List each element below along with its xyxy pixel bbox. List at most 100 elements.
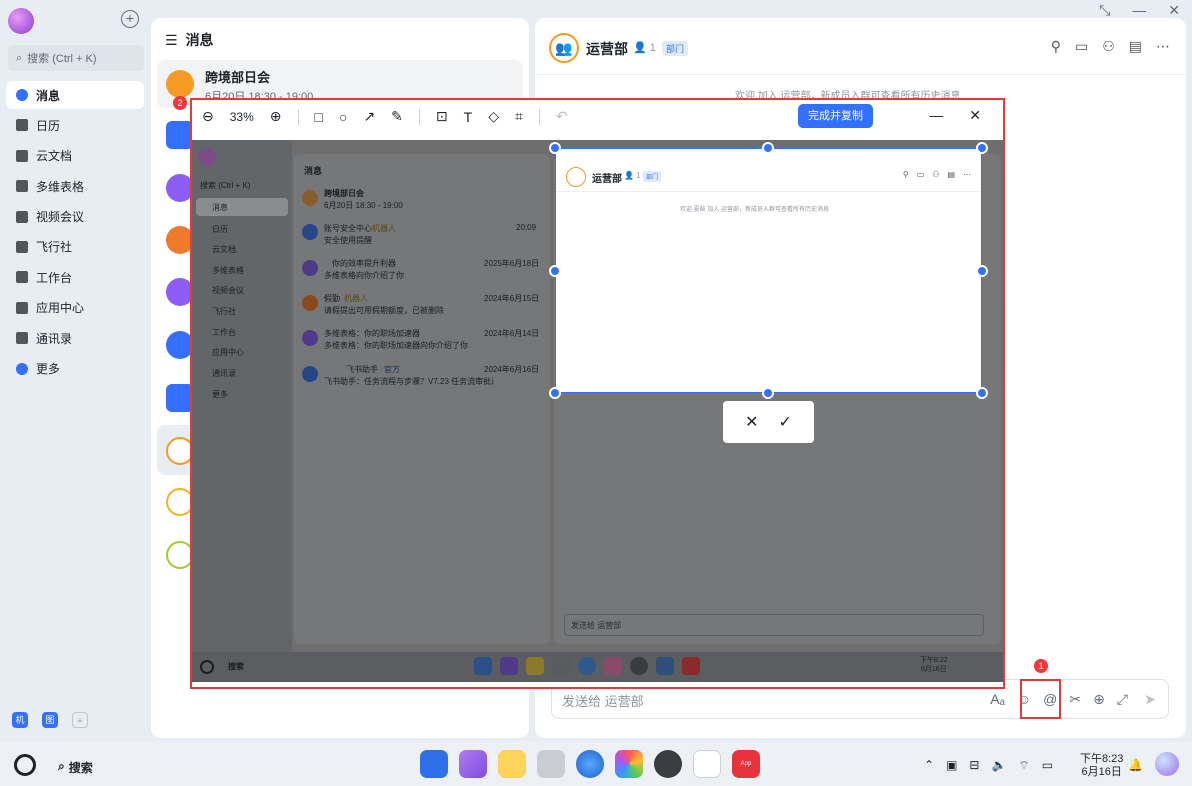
nav-bottom: 机 图 + [12, 712, 88, 728]
browser-icon[interactable] [576, 750, 604, 778]
briefcase-icon [16, 301, 28, 314]
pen-icon[interactable]: ✎ [391, 108, 403, 125]
filter-icon[interactable]: ☰ [165, 32, 178, 49]
undo-icon[interactable]: ↶ [556, 108, 568, 125]
zoom-in-icon[interactable]: ⊕ [270, 108, 282, 125]
mosaic-icon[interactable]: ⊡ [436, 108, 448, 125]
mini-nav-item: 通讯录 [212, 369, 236, 378]
screen-icon[interactable]: ⊟ [969, 758, 979, 773]
avatar[interactable] [8, 8, 34, 34]
minimize-icon[interactable]: — [929, 107, 943, 124]
workspace-badge-1[interactable]: 机 [12, 712, 28, 728]
settings-icon[interactable] [654, 750, 682, 778]
start-icon[interactable] [14, 754, 36, 776]
mini-row-name: 你的效率提升利器 [332, 259, 396, 268]
rectangle-icon[interactable]: □ [315, 109, 323, 125]
resize-handle-tl[interactable] [549, 142, 561, 154]
nav-list: 消息 日历 云文档 多维表格 视频会议 飞行社 工作台 应用中心 通讯录 更多 [6, 81, 144, 385]
mini-nav-item: 更多 [212, 390, 228, 399]
search-placeholder: 搜索 (Ctrl + K) [27, 53, 97, 65]
mini-nav-item: 视频会议 [212, 286, 244, 295]
app-multiwindow-icon[interactable] [459, 750, 487, 778]
resize-handle-l[interactable] [549, 265, 561, 277]
mini-row-name: 跨境部日会 [324, 189, 364, 198]
search-input[interactable]: ⌕ 搜索 (Ctrl + K) [8, 45, 144, 71]
mini-row-name: 假勤 [324, 294, 340, 303]
selection-region[interactable]: 运营部 👤 1 部门 ⚲ ▭ ⚇ ▤ ⋯ 欢迎 夏晗 加入 运营部，新成员入群可查看所有… [555, 148, 982, 393]
search-members-icon[interactable]: ⚲ [1051, 38, 1061, 55]
confirm-selection-icon[interactable]: ✓ [779, 412, 792, 432]
mini-row-sub: 请假提出可用假期额度，已被删除 [324, 306, 444, 315]
search-icon: ⌕ [58, 759, 65, 773]
selection-chat-name: 运营部 [592, 174, 622, 185]
chevron-up-icon[interactable]: ⌃ [924, 758, 934, 773]
mini-taskbar-search: 搜索 [228, 662, 244, 671]
calendar-icon [16, 119, 28, 132]
battery-icon[interactable]: ▭ [1042, 758, 1053, 773]
more-icon[interactable]: ⋯ [1156, 38, 1170, 55]
format-icon[interactable]: Aₐ [990, 691, 1005, 708]
gallery-icon[interactable] [615, 750, 643, 778]
resize-handle-bl[interactable] [549, 387, 561, 399]
done-copy-button[interactable]: 完成并复制 [798, 104, 873, 128]
arrow-icon[interactable]: ↗ [363, 108, 375, 125]
system-tray: ⌃ ▣ ⊟ 🔈 ⌔ ▭ [924, 758, 1053, 773]
notification-bell-icon[interactable]: 🔔 [1128, 758, 1143, 772]
workspace-badge-2[interactable]: 图 [42, 712, 58, 728]
close-icon[interactable]: ✕ [969, 107, 981, 124]
app-grid-icon[interactable] [420, 750, 448, 778]
resize-handle-b[interactable] [762, 387, 774, 399]
nav-item-messages[interactable]: 消息 [6, 81, 144, 109]
circle-icon[interactable]: ○ [339, 109, 347, 125]
add-member-icon[interactable]: ⚇ [1102, 38, 1115, 55]
assistant-orb-icon[interactable] [1155, 752, 1179, 776]
new-plus-icon[interactable]: + [121, 10, 139, 28]
crop-icon[interactable]: ⌗ [515, 108, 523, 125]
nav-item-workplace[interactable]: 工作台 [6, 263, 144, 291]
nav-item-feixingshe[interactable]: 飞行社 [6, 233, 144, 261]
mini-chat-list: 消息 跨境部日会 6月20日 18:30 - 19:00 账号安全中心 机器人 … [294, 154, 550, 644]
mini-search: 搜索 (Ctrl + K) [200, 181, 251, 190]
tag-icon[interactable]: ◇ [488, 108, 499, 125]
feishu-icon[interactable] [693, 750, 721, 778]
video-call-icon[interactable]: ▭ [1075, 38, 1088, 55]
zoom-out-icon[interactable]: ⊖ [202, 108, 214, 125]
nav-item-bitable[interactable]: 多维表格 [6, 172, 144, 200]
minimize-icon[interactable]: — [1132, 2, 1146, 19]
nav-item-calendar[interactable]: 日历 [6, 111, 144, 139]
scissors-icon[interactable]: ✂ [1069, 691, 1081, 708]
nav-item-contacts[interactable]: 通讯录 [6, 324, 144, 352]
screenshot-tool-window: ⊖ 33% ⊕ □ ○ ↗ ✎ ⊡ T ◇ ⌗ ↶ 完成并复制 — ✕ 搜索 (… [190, 98, 1005, 689]
trash-icon[interactable] [537, 750, 565, 778]
resize-handle-tr[interactable] [976, 142, 988, 154]
expand-icon[interactable]: ⤢ [1117, 691, 1128, 708]
cancel-selection-icon[interactable]: ✕ [745, 412, 758, 432]
nav-item-more[interactable]: 更多 [6, 355, 144, 383]
nav-item-docs[interactable]: 云文档 [6, 142, 144, 170]
resize-handle-t[interactable] [762, 142, 774, 154]
docs-icon [16, 149, 28, 162]
member-count[interactable]: 👤 1 [633, 41, 656, 54]
input-method-icon[interactable]: ▣ [946, 758, 957, 773]
screenshot-canvas: 搜索 (Ctrl + K) 消息 日历 云文档 多维表格 视频会议 飞行社 工作… [192, 140, 1003, 682]
resize-handle-br[interactable] [976, 387, 988, 399]
nav-item-app-center[interactable]: 应用中心 [6, 294, 144, 322]
text-icon[interactable]: T [464, 109, 473, 125]
add-workspace-button[interactable]: + [72, 712, 88, 728]
search-icon: ⌕ [16, 51, 23, 64]
nav-item-video[interactable]: 视频会议 [6, 203, 144, 231]
send-icon[interactable]: ➤ [1144, 691, 1156, 708]
chat-list-title: ☰ 消息 [165, 31, 214, 49]
folder-icon[interactable] [498, 750, 526, 778]
wifi-icon[interactable]: ⌔ [1018, 758, 1029, 773]
mini-avatar-2 [302, 224, 318, 240]
taskbar-search[interactable]: ⌕ 搜索 [58, 759, 93, 776]
restore-icon[interactable]: ⤡ [1099, 2, 1110, 19]
add-icon[interactable]: ⊕ [1093, 691, 1105, 708]
close-icon[interactable]: ✕ [1168, 2, 1180, 19]
resize-handle-r[interactable] [976, 265, 988, 277]
taskbar-clock[interactable]: 下午8:23 6月16日 [1080, 753, 1123, 779]
volume-icon[interactable]: 🔈 [991, 758, 1006, 773]
info-icon[interactable]: ▤ [1129, 38, 1142, 55]
app-gallery-icon[interactable]: App Gallery [732, 750, 760, 778]
